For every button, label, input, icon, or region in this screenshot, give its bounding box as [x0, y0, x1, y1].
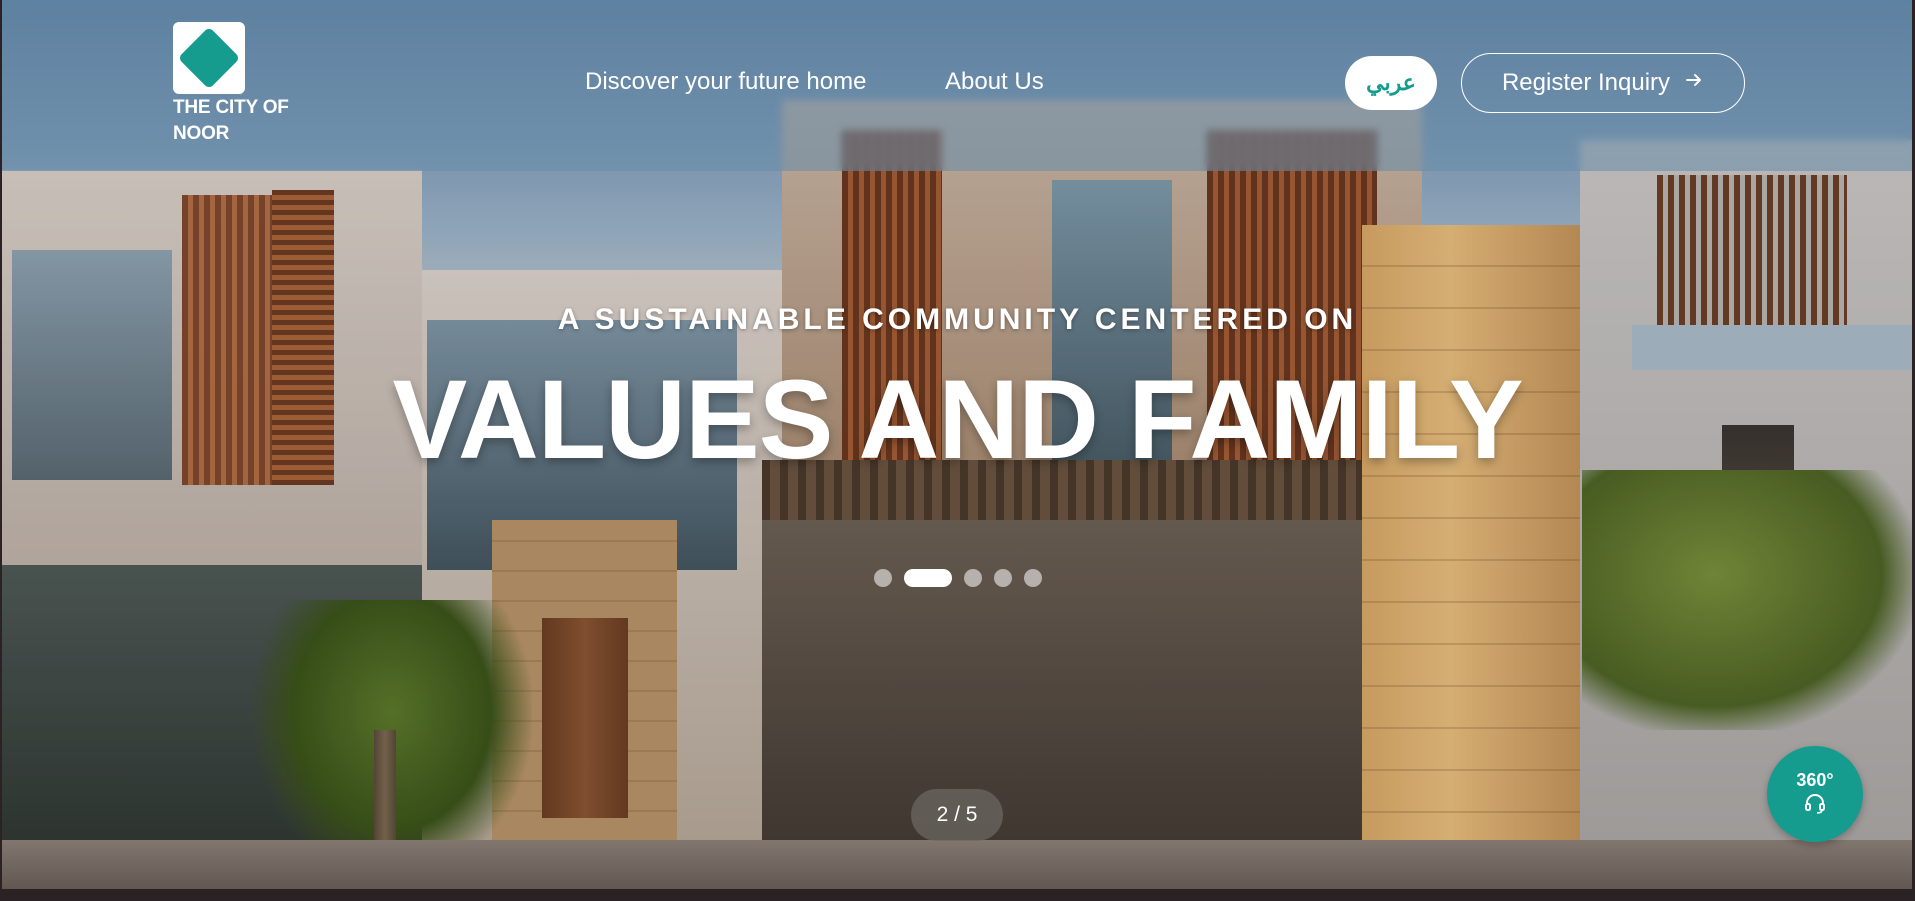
headset-icon: [1803, 790, 1827, 819]
slide-dot-5[interactable]: [1023, 569, 1042, 587]
slide-indicators: [0, 569, 1915, 587]
arrow-right-icon: [1684, 70, 1704, 96]
slide-dot-2-active[interactable]: [903, 569, 952, 587]
slide-dot-4[interactable]: [993, 569, 1012, 587]
nav-about-us[interactable]: About Us: [945, 68, 1044, 96]
logo[interactable]: [173, 22, 245, 94]
language-toggle-button[interactable]: عربي: [1345, 56, 1437, 110]
register-inquiry-button[interactable]: Register Inquiry: [1461, 53, 1745, 113]
register-inquiry-label: Register Inquiry: [1501, 69, 1671, 96]
slide-dot-1[interactable]: [873, 569, 892, 587]
hero-subtitle: A SUSTAINABLE COMMUNITY CENTERED ON: [557, 303, 1358, 336]
page: THE CITY OF NOOR Discover your future ho…: [0, 0, 1915, 901]
nav-discover-home[interactable]: Discover your future home: [585, 68, 866, 96]
diamond-logo-icon: [177, 26, 241, 90]
hero-title: VALUES AND FAMILY: [392, 357, 1523, 482]
bottom-edge: [0, 889, 1915, 901]
slide-counter: 2 / 5: [911, 789, 1003, 841]
logo-text[interactable]: THE CITY OF NOOR: [173, 95, 333, 147]
slide-dot-3[interactable]: [963, 569, 982, 587]
virtual-tour-360-button[interactable]: 360°: [1767, 746, 1863, 842]
site-header: THE CITY OF NOOR Discover your future ho…: [2, 0, 1912, 171]
tour-label: 360°: [1796, 769, 1834, 790]
